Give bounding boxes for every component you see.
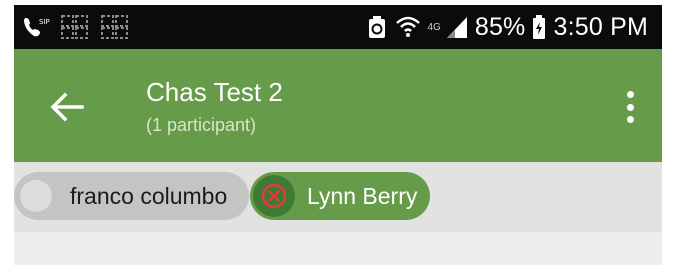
avatar <box>20 180 52 212</box>
screen-mirror-icon <box>60 14 90 40</box>
battery-icon <box>531 14 547 40</box>
status-bar: SIP 4G 85% 3:50 PM <box>14 5 662 49</box>
app-bar: Chas Test 2 (1 participant) <box>14 49 662 162</box>
sip-call-icon: SIP <box>22 15 50 39</box>
close-circle-icon <box>261 183 287 209</box>
status-time: 3:50 PM <box>553 12 648 41</box>
back-button[interactable] <box>47 87 87 127</box>
participant-name: franco columbo <box>70 182 228 209</box>
status-bar-left: SIP <box>22 14 130 40</box>
more-vertical-icon-dot <box>626 103 634 111</box>
signal-icon <box>445 14 469 40</box>
more-options-button[interactable] <box>620 87 640 127</box>
participant-chip[interactable]: franco columbo <box>14 172 249 220</box>
message-area <box>14 232 662 265</box>
wifi-calling-icon <box>394 13 422 41</box>
participant-name: Lynn Berry <box>307 182 418 209</box>
svg-text:SIP: SIP <box>39 18 50 26</box>
participant-chip-bar: franco columbo Lynn Berry <box>14 162 662 232</box>
more-vertical-icon <box>626 91 634 98</box>
status-bar-right: 4G 85% 3:50 PM <box>366 13 649 42</box>
conversation-title: Chas Test 2 <box>146 77 283 107</box>
more-vertical-icon-dot <box>626 116 634 123</box>
remove-participant-button[interactable] <box>253 175 295 217</box>
participant-chip-selected[interactable]: Lynn Berry <box>250 172 430 220</box>
screen-mirror-icon <box>100 14 130 40</box>
battery-percent: 85% <box>474 12 526 41</box>
recycle-notification-icon <box>366 14 388 40</box>
arrow-left-icon <box>50 92 84 122</box>
network-type-label: 4G <box>427 21 441 33</box>
participant-count: (1 participant) <box>146 115 257 135</box>
